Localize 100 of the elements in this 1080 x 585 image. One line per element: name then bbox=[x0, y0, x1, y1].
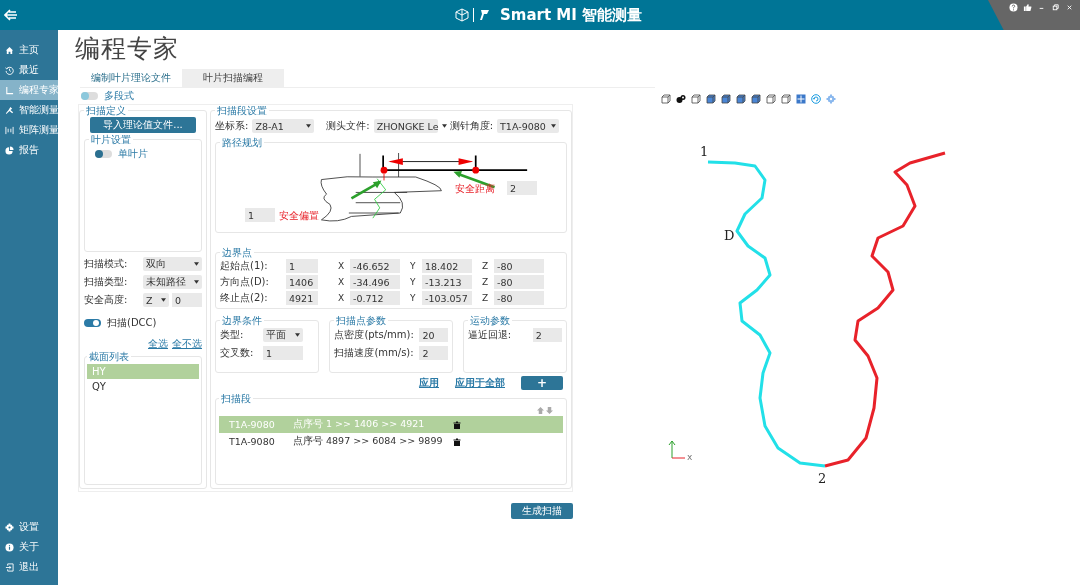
group-title: 路径规划 bbox=[221, 137, 263, 148]
field-label: 起始点(1): bbox=[220, 259, 269, 273]
spheres-icon[interactable] bbox=[676, 94, 686, 104]
page-title: 编程专家 bbox=[75, 33, 180, 65]
input-field[interactable]: 18.402 bbox=[422, 259, 472, 273]
sidebar-item[interactable]: 报告 bbox=[0, 140, 58, 160]
input-field[interactable]: -13.213 bbox=[422, 275, 472, 289]
generate-scan-button[interactable]: 生成扫描 bbox=[511, 503, 573, 519]
view-cube-icon[interactable] bbox=[691, 94, 701, 104]
toggle-switch[interactable] bbox=[84, 319, 101, 327]
input-field[interactable]: -0.712 bbox=[350, 291, 400, 305]
input-field[interactable]: -46.652 bbox=[350, 259, 400, 273]
input-field[interactable]: -34.496 bbox=[350, 275, 400, 289]
pie-chart-icon bbox=[5, 145, 14, 155]
point-label: 2 bbox=[818, 471, 827, 486]
sidebar-item[interactable]: 退出 bbox=[0, 557, 58, 577]
caret-icon bbox=[194, 280, 199, 284]
group-title: 边界点 bbox=[221, 247, 253, 258]
exit-icon bbox=[5, 562, 14, 572]
caret-icon bbox=[306, 124, 312, 128]
rotate-icon[interactable] bbox=[811, 94, 821, 104]
field-label: 交叉数: bbox=[220, 346, 255, 360]
input-field[interactable]: 1 bbox=[286, 259, 318, 273]
add-button[interactable]: + bbox=[521, 376, 563, 390]
group-title: 边界条件 bbox=[221, 315, 263, 326]
input-field[interactable]: 2 bbox=[507, 181, 537, 195]
dropdown[interactable]: 平面 bbox=[263, 328, 303, 342]
group-title: 扫描段设置 bbox=[216, 105, 268, 116]
grid-icon[interactable] bbox=[796, 94, 806, 104]
field-label: 坐标系: bbox=[215, 119, 249, 133]
segment-row[interactable]: T1A-9080 点序号 4897 >> 6084 >> 9899 bbox=[219, 433, 563, 450]
sidebar-item[interactable]: 矩阵测量 bbox=[0, 120, 58, 140]
tab[interactable]: 叶片扫描编程 bbox=[182, 69, 284, 87]
axis-label: Y bbox=[410, 293, 417, 303]
probe-logo-icon bbox=[478, 8, 492, 22]
settings-icon bbox=[5, 522, 14, 532]
close-icon[interactable] bbox=[1065, 3, 1074, 12]
dropdown[interactable]: 双向 bbox=[143, 257, 202, 271]
select-none-link[interactable]: 全不选 bbox=[172, 337, 202, 351]
import-button[interactable]: 导入理论值文件... bbox=[90, 117, 196, 133]
input-field[interactable]: -80 bbox=[494, 259, 544, 273]
axis-label: Z bbox=[482, 261, 490, 271]
list-item[interactable]: QY bbox=[87, 379, 199, 394]
view-cube-icon[interactable] bbox=[781, 94, 791, 104]
dropdown[interactable]: T1A-9080 bbox=[497, 119, 559, 133]
view-cube-icon[interactable] bbox=[751, 94, 761, 104]
probe-icon bbox=[5, 105, 14, 115]
input-field[interactable]: 1406 bbox=[286, 275, 318, 289]
input-field[interactable]: 4921 bbox=[286, 291, 318, 305]
home-icon bbox=[5, 45, 14, 55]
thumbs-up-icon[interactable] bbox=[1023, 3, 1032, 12]
toggle-switch[interactable] bbox=[95, 150, 112, 158]
axis-label: X bbox=[338, 277, 346, 287]
view-cube-icon[interactable] bbox=[661, 94, 671, 104]
sidebar-item[interactable]: 最近 bbox=[0, 60, 58, 80]
cube-logo-icon bbox=[455, 8, 469, 22]
caret-icon bbox=[161, 298, 166, 302]
caret-icon bbox=[551, 124, 556, 128]
safety-distance-label: 安全距离 bbox=[455, 182, 495, 196]
sidebar-item[interactable]: 智能测量 bbox=[0, 100, 58, 120]
apply-all-link[interactable]: 应用于全部 bbox=[455, 376, 505, 390]
input-field[interactable]: 2 bbox=[532, 328, 562, 342]
input-field[interactable]: 0 bbox=[172, 293, 202, 307]
point-label: 1 bbox=[700, 144, 709, 159]
input-field[interactable]: 1 bbox=[263, 346, 303, 360]
dropdown[interactable]: 未知路径 bbox=[143, 275, 202, 289]
trash-icon[interactable] bbox=[453, 420, 461, 429]
caret-icon bbox=[441, 124, 447, 128]
field-label: 测头文件: bbox=[326, 119, 370, 133]
dropdown[interactable]: Z bbox=[143, 293, 169, 307]
input-field[interactable]: 1 bbox=[245, 208, 275, 222]
help-icon[interactable] bbox=[1009, 3, 1018, 12]
view-cube-icon[interactable] bbox=[706, 94, 716, 104]
input-field[interactable]: -80 bbox=[494, 275, 544, 289]
sidebar-item[interactable]: 设置 bbox=[0, 517, 58, 537]
back-icon[interactable] bbox=[4, 9, 18, 21]
table-cell: 点序号 4897 >> 6084 >> 9899 bbox=[293, 435, 443, 448]
table-cell-text: 点序号 1 >> 1406 >> 4921 bbox=[293, 418, 426, 431]
toggle-switch[interactable] bbox=[81, 92, 98, 100]
input-field[interactable]: -80 bbox=[494, 291, 544, 305]
tab[interactable]: 编制叶片理论文件 bbox=[80, 69, 182, 87]
input-field[interactable]: -103.057 bbox=[422, 291, 472, 305]
field-label: 测针角度: bbox=[449, 119, 494, 133]
axis-label: X bbox=[338, 293, 346, 303]
maximize-icon[interactable] bbox=[1051, 3, 1060, 12]
view-cube-icon[interactable] bbox=[736, 94, 746, 104]
trash-icon[interactable] bbox=[453, 437, 461, 446]
input-field[interactable]: 2 bbox=[419, 346, 448, 360]
sidebar-item[interactable]: 主页 bbox=[0, 40, 58, 60]
sidebar-item[interactable]: 关于 bbox=[0, 537, 58, 557]
field-label: 安全高度: bbox=[84, 293, 129, 307]
apply-link[interactable]: 应用 bbox=[419, 376, 439, 390]
select-all-link[interactable]: 全选 bbox=[148, 337, 168, 351]
field-label: 扫描速度(mm/s): bbox=[334, 346, 415, 360]
dropdown[interactable]: Z8-A1 bbox=[252, 119, 315, 133]
field-label: 方向点(D): bbox=[220, 275, 270, 289]
view-cube-icon[interactable] bbox=[721, 94, 731, 104]
input-field[interactable]: 20 bbox=[419, 328, 448, 342]
point-label: D bbox=[724, 228, 735, 243]
view-cube-icon[interactable] bbox=[766, 94, 776, 104]
